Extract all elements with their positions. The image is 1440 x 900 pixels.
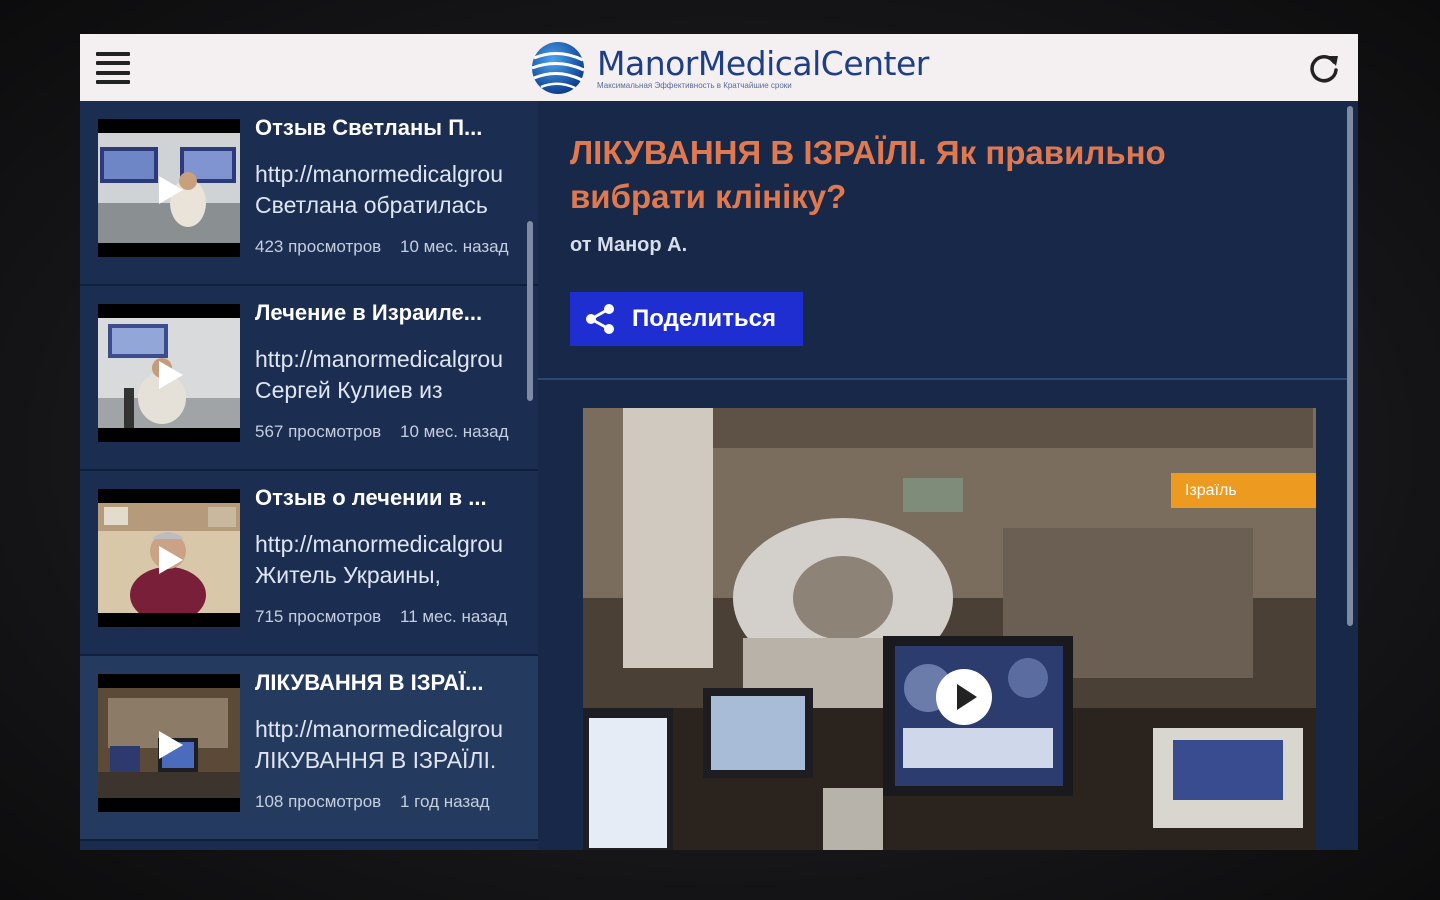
video-list: Отзыв Светланы П... http://manormedicalg…	[80, 101, 538, 850]
video-thumbnail	[98, 489, 240, 627]
tag-badge: Ізраїль	[1171, 473, 1316, 508]
video-thumbnail	[98, 119, 240, 257]
share-button[interactable]: Поделиться	[570, 292, 803, 346]
hamburger-menu-icon[interactable]	[96, 52, 130, 84]
app-screen: ManorMedicalCenter Максимальная Эффектив…	[80, 34, 1358, 850]
video-detail: ЛІКУВАННЯ В ІЗРАЇЛІ. Як правильно вибрат…	[538, 101, 1358, 850]
detail-author: от Манор А.	[570, 234, 688, 256]
video-thumbnail	[98, 674, 240, 812]
divider	[538, 378, 1348, 380]
play-icon	[159, 361, 183, 389]
video-title: Отзыв о лечении в ...	[255, 485, 487, 510]
share-label: Поделиться	[632, 305, 777, 332]
play-button-icon[interactable]	[935, 668, 993, 726]
video-list-item-selected[interactable]: ЛІКУВАННЯ В ІЗРАЇ... http://manormedical…	[80, 656, 538, 841]
video-title: Отзыв Светланы П...	[255, 115, 483, 140]
app-header: ManorMedicalCenter Максимальная Эффектив…	[80, 34, 1358, 102]
video-url: http://manormedicalgrou	[255, 346, 504, 372]
refresh-icon[interactable]	[1306, 50, 1342, 86]
video-description: ЛІКУВАННЯ В ІЗРАЇЛІ.	[255, 747, 497, 773]
detail-title: ЛІКУВАННЯ В ІЗРАЇЛІ. Як правильно вибрат…	[570, 134, 1166, 215]
video-description: Сергей Кулиев из	[255, 377, 443, 403]
video-description: Светлана обратилась	[255, 192, 488, 218]
video-title: Лечение в Израиле...	[255, 300, 483, 325]
video-list-item[interactable]: Лечение в Израиле... http://manormedical…	[80, 286, 538, 471]
play-icon	[159, 731, 183, 759]
logo-title: ManorMedicalCenter	[597, 44, 929, 83]
video-title: ЛІКУВАННЯ В ІЗРАЇ...	[255, 670, 484, 695]
video-age: 10 мес. назад	[400, 237, 509, 256]
play-icon	[159, 546, 183, 574]
video-views: 108 просмотров	[255, 792, 382, 811]
video-url: http://manormedicalgrou	[255, 161, 504, 187]
video-description: Житель Украины,	[255, 562, 441, 588]
list-scrollbar[interactable]	[527, 221, 533, 401]
video-url: http://manormedicalgrou	[255, 531, 504, 557]
detail-scrollbar[interactable]	[1347, 106, 1353, 626]
video-views: 715 просмотров	[255, 607, 382, 626]
video-player[interactable]: Ізраїль	[583, 408, 1316, 850]
logo: ManorMedicalCenter Максимальная Эффектив…	[525, 40, 929, 96]
video-views: 567 просмотров	[255, 422, 382, 441]
video-url: http://manormedicalgrou	[255, 716, 504, 742]
video-list-item[interactable]: Отзыв Светланы П... http://manormedicalg…	[80, 101, 538, 286]
video-thumbnail	[98, 304, 240, 442]
video-list-item[interactable]: Отзыв о лечении в ... http://manormedica…	[80, 471, 538, 656]
video-age: 10 мес. назад	[400, 422, 509, 441]
video-age: 1 год назад	[400, 792, 490, 811]
video-views: 423 просмотров	[255, 237, 382, 256]
share-icon	[586, 304, 614, 334]
play-icon	[159, 176, 183, 204]
globe-logo-icon	[531, 42, 585, 94]
video-age: 11 мес. назад	[400, 607, 508, 626]
